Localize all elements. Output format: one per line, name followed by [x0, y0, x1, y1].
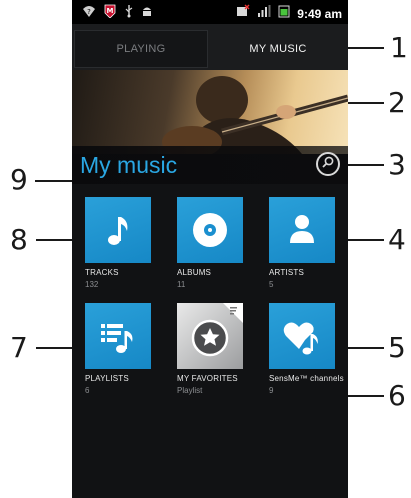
tile-albums[interactable] [177, 197, 243, 263]
tile-my-favorites-label: MY FAVORITES [177, 374, 238, 383]
section-header: My music [72, 146, 348, 184]
clock: 9:49 am [297, 6, 342, 21]
tab-bar: PLAYING MY MUSIC [72, 24, 348, 70]
search-icon [321, 155, 335, 174]
callout-9: 9 [10, 163, 28, 196]
tile-playlists-count: 6 [85, 386, 90, 395]
callout-7: 7 [10, 331, 28, 364]
tile-sensme-channels-label: SensMe™ channels [269, 374, 344, 383]
callout-2: 2 [388, 86, 406, 119]
artist-hero-image [72, 70, 348, 154]
tab-my-music[interactable]: MY MUSIC [210, 30, 346, 68]
tile-albums-count: 11 [177, 280, 186, 289]
tab-playing[interactable]: PLAYING [74, 30, 208, 68]
sms-missed-icon [236, 4, 250, 23]
page-title: My music [80, 152, 178, 178]
tile-sensme-channels[interactable] [269, 303, 335, 369]
svg-text:?: ? [87, 8, 91, 16]
tile-playlists-label: PLAYLISTS [85, 374, 129, 383]
wifi-question-icon: ? [82, 4, 96, 23]
tile-artists-label: ARTISTS [269, 268, 305, 277]
tile-albums-label: ALBUMS [177, 268, 212, 277]
tile-tracks-count: 132 [85, 280, 99, 289]
tile-sensme-channels-count: 9 [269, 386, 274, 395]
tile-tracks-label: TRACKS [85, 268, 119, 277]
tile-artists-count: 5 [269, 280, 274, 289]
svg-text:M: M [107, 7, 114, 15]
android-debug-icon [141, 4, 153, 23]
tile-my-favorites-count: Playlist [177, 386, 203, 395]
phone-screen: ? M 9:49 am PLAYING MY MUSIC My music TR… [72, 0, 348, 498]
signal-icon [257, 4, 271, 23]
battery-icon [278, 4, 290, 23]
callout-6: 6 [388, 379, 406, 412]
tile-artists[interactable] [269, 197, 335, 263]
search-button[interactable] [316, 152, 340, 176]
status-bar: ? M 9:49 am [72, 0, 348, 24]
callout-3: 3 [388, 148, 406, 181]
tile-tracks[interactable] [85, 197, 151, 263]
mcafee-icon: M [103, 4, 117, 23]
callout-1: 1 [390, 31, 408, 64]
tile-my-favorites[interactable] [177, 303, 243, 369]
usb-icon [124, 4, 134, 23]
callout-5: 5 [388, 331, 406, 364]
tile-playlists[interactable] [85, 303, 151, 369]
callout-8: 8 [10, 223, 28, 256]
callout-4: 4 [388, 223, 406, 256]
